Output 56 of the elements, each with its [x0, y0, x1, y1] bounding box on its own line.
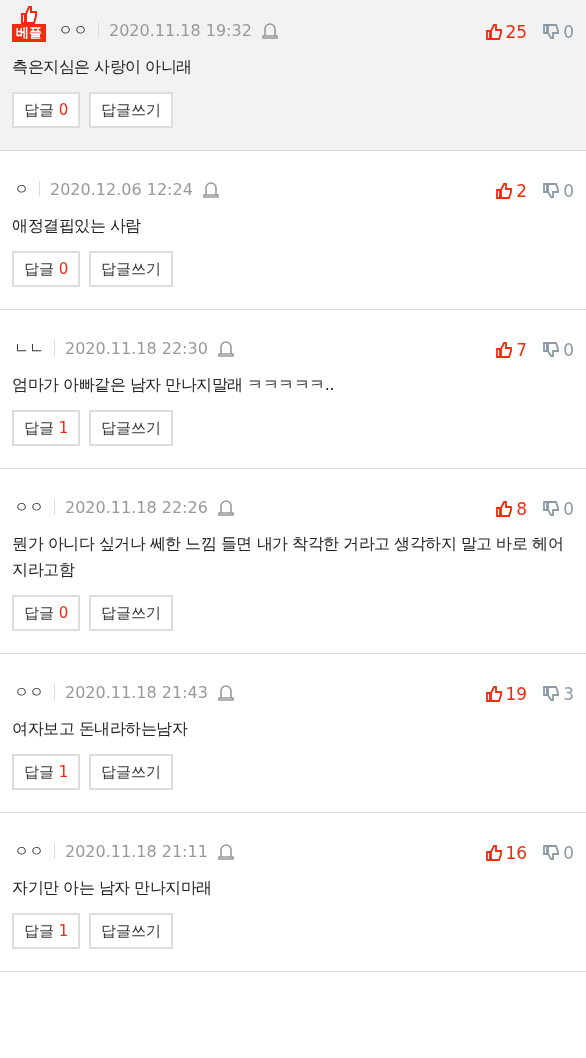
- like-count[interactable]: 19: [505, 684, 528, 704]
- comment-text: 여자보고 돈내라하는남자: [12, 718, 189, 740]
- write-reply-button[interactable]: 답글쓰기: [89, 754, 174, 790]
- write-reply-button[interactable]: 답글쓰기: [89, 913, 174, 949]
- thumbs-up-icon: [496, 183, 513, 199]
- thumbs-down-icon: [543, 24, 560, 40]
- thumbs-up-icon: [485, 845, 502, 861]
- best-badge: 베플: [12, 24, 46, 42]
- author-name: ㅇㅇ: [13, 842, 44, 861]
- author-name: ㅇㅇ: [13, 498, 44, 517]
- thumbs-up-icon: [496, 342, 513, 358]
- author-name: ㄴㄴ: [13, 339, 44, 358]
- reply-count-button[interactable]: 답글 0: [12, 595, 81, 631]
- like-count[interactable]: 2: [516, 181, 528, 201]
- reply-count-button[interactable]: 답글 1: [12, 913, 81, 949]
- like-count[interactable]: 7: [516, 340, 528, 360]
- like-count[interactable]: 25: [505, 22, 528, 42]
- report-icon[interactable]: [217, 843, 234, 860]
- thumbs-down-icon: [543, 845, 560, 861]
- comment-text: 엄마가 아빠같은 남자 만나지말래 ㅋㅋㅋㅋㅋ..: [12, 374, 335, 396]
- like-count[interactable]: 8: [516, 499, 528, 519]
- author-name: ㅇㅇ: [13, 683, 44, 702]
- thumbs-up-icon: [485, 24, 502, 40]
- comment-date: 2020.11.18 21:43: [65, 683, 208, 702]
- comment-date: 2020.12.06 12:24: [50, 180, 193, 199]
- report-icon[interactable]: [217, 499, 234, 516]
- thumbs-up-icon: [21, 6, 37, 24]
- write-reply-button[interactable]: 답글쓰기: [89, 410, 174, 446]
- report-icon[interactable]: [217, 684, 234, 701]
- comment-date: 2020.11.18 22:26: [65, 498, 208, 517]
- comment-text: 뭔가 아니다 싶거나 쎄한 느낌 들면 내가 착각한 거라고 생각하지 말고 바로 헤어지라고함: [12, 533, 565, 581]
- thumbs-down-icon: [543, 501, 560, 517]
- thumbs-down-icon: [543, 342, 560, 358]
- thumbs-up-icon: [496, 501, 513, 517]
- reply-count-button[interactable]: 답글 0: [12, 251, 81, 287]
- comment-text: 자기만 아는 남자 만나지마래: [12, 877, 213, 899]
- thumbs-up-icon: [485, 686, 502, 702]
- report-icon[interactable]: [261, 22, 278, 39]
- thumbs-down-icon: [543, 686, 560, 702]
- reply-count-button[interactable]: 답글 0: [12, 92, 81, 128]
- write-reply-button[interactable]: 답글쓰기: [89, 251, 174, 287]
- like-count[interactable]: 16: [505, 843, 528, 863]
- author-name: ㅇ: [13, 180, 29, 199]
- reply-count-button[interactable]: 답글 1: [12, 410, 81, 446]
- report-icon[interactable]: [202, 181, 219, 198]
- comment-date: 2020.11.18 21:11: [65, 842, 208, 861]
- comment-date: 2020.11.18 22:30: [65, 339, 208, 358]
- reply-count-button[interactable]: 답글 1: [12, 754, 81, 790]
- write-reply-button[interactable]: 답글쓰기: [89, 595, 174, 631]
- report-icon[interactable]: [217, 340, 234, 357]
- thumbs-down-icon: [543, 183, 560, 199]
- write-reply-button[interactable]: 답글쓰기: [89, 92, 174, 128]
- comment-text: 측은지심은 사랑이 아니래: [12, 56, 193, 78]
- comment-text: 애정결핍있는 사람: [12, 215, 142, 237]
- comment-date: 2020.11.18 19:32: [109, 21, 252, 40]
- author-name: ㅇㅇ: [57, 21, 88, 40]
